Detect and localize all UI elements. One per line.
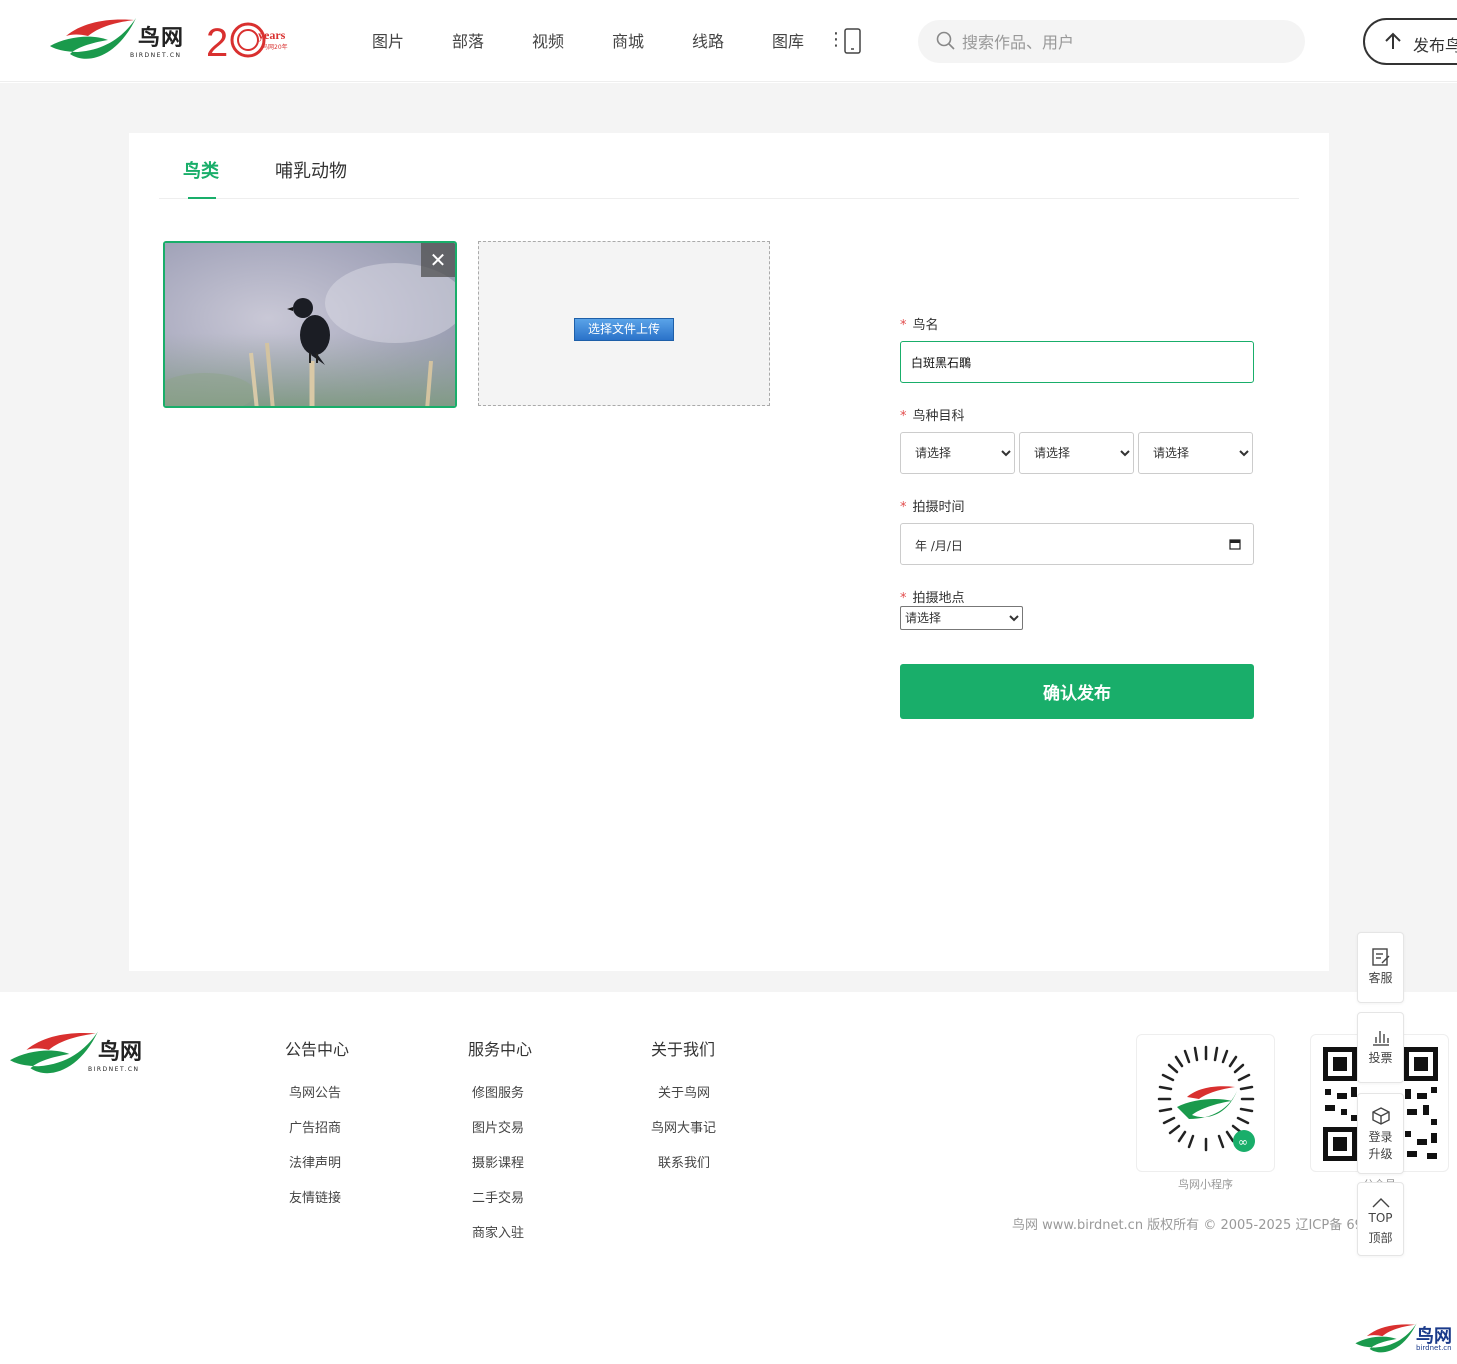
svg-text:∞: ∞ <box>1238 1135 1248 1149</box>
footer-link[interactable]: 法律声明 <box>285 1152 349 1171</box>
footer-link[interactable]: 图片交易 <box>468 1117 532 1136</box>
required-mark: * <box>900 591 907 606</box>
footer-column-about: 关于我们 关于鸟网 鸟网大事记 联系我们 <box>651 1036 716 1187</box>
footer-link[interactable]: 修图服务 <box>468 1082 532 1101</box>
footer-link[interactable]: 广告招商 <box>285 1117 349 1136</box>
remove-photo-close-icon[interactable]: ✕ <box>421 243 455 277</box>
choose-file-upload-button[interactable]: 选择文件上传 <box>574 318 674 341</box>
footer-column-title: 公告中心 <box>285 1040 350 1059</box>
category-tabs: 鸟类 哺乳动物 <box>159 133 1299 199</box>
nav-item-pictures[interactable]: 图片 <box>348 28 428 52</box>
nav-item-video[interactable]: 视频 <box>508 28 588 52</box>
footer-link[interactable]: 友情链接 <box>285 1187 349 1206</box>
publish-button-label: 发布鸟 <box>1413 36 1457 55</box>
required-mark: * <box>900 318 907 333</box>
login-label: 登录 <box>1368 1130 1393 1144</box>
birdnet-swoosh-icon <box>10 1031 98 1074</box>
mini-program-qr: ∞ <box>1136 1034 1275 1172</box>
logo-text: 鸟网 <box>138 26 185 51</box>
date-placeholder: 年 /月/日 <box>915 539 963 553</box>
main-nav: 图片 部落 视频 商城 线路 图库 <box>348 28 828 52</box>
top-cn-label: 顶部 <box>1368 1231 1393 1245</box>
footer-link[interactable]: 鸟网公告 <box>285 1082 349 1101</box>
nav-item-gallery[interactable]: 图库 <box>748 28 828 52</box>
location-select[interactable]: 请选择 <box>900 606 1023 630</box>
search-box <box>918 20 1305 63</box>
20-years-badge: 2 years 鸟网20年 <box>206 14 301 65</box>
mobile-phone-icon[interactable] <box>843 28 862 54</box>
vote-button[interactable]: 投票 <box>1357 1012 1404 1083</box>
corner-watermark-logo: 鸟网 birdnet.cn <box>1354 1318 1454 1360</box>
upgrade-label: 升级 <box>1368 1147 1393 1161</box>
footer-column-services: 服务中心 修图服务 图片交易 摄影课程 二手交易 商家入驻 <box>468 1036 532 1257</box>
publish-button[interactable]: 发布鸟 <box>1363 18 1457 65</box>
footer-link[interactable]: 商家入驻 <box>468 1222 532 1241</box>
site-header: 鸟网 BIRDNET.CN 2 years 鸟网20年 图片 部落 视频 商城 … <box>0 0 1457 82</box>
birdnet-swoosh-icon <box>50 18 136 59</box>
search-input[interactable] <box>962 30 1282 54</box>
footer-link[interactable]: 联系我们 <box>651 1152 716 1171</box>
nav-item-routes[interactable]: 线路 <box>668 28 748 52</box>
birdnet-swoosh-icon <box>1355 1323 1417 1353</box>
footer-column-notices: 公告中心 鸟网公告 广告招商 法律声明 友情链接 <box>285 1036 349 1222</box>
years-text: years <box>258 28 286 42</box>
svg-text:2: 2 <box>206 21 228 64</box>
footer-logo[interactable]: 鸟网 BIRDNET.CN <box>8 1026 153 1082</box>
calendar-icon[interactable] <box>1229 538 1241 550</box>
time-label: * 拍摄时间 <box>900 496 965 515</box>
vote-label: 投票 <box>1368 1051 1393 1065</box>
footer-link[interactable]: 二手交易 <box>468 1187 532 1206</box>
uploaded-photo-thumbnail[interactable]: ✕ <box>163 241 457 408</box>
mini-program-qr-code: ∞ <box>1157 1045 1255 1152</box>
customer-service-label: 客服 <box>1368 971 1393 985</box>
bar-chart-icon <box>1372 1031 1389 1046</box>
logo-subtext: BIRDNET.CN <box>130 52 182 59</box>
footer-link[interactable]: 鸟网大事记 <box>651 1117 716 1136</box>
search-icon[interactable] <box>936 31 956 51</box>
bird-name-label-text: 鸟名 <box>912 318 939 333</box>
confirm-publish-button[interactable]: 确认发布 <box>900 664 1254 719</box>
edit-note-icon <box>1371 948 1389 966</box>
footer-logo-text: 鸟网 <box>98 1040 143 1065</box>
footer-column-title: 关于我们 <box>651 1040 716 1059</box>
nav-item-tribe[interactable]: 部落 <box>428 28 508 52</box>
footer-link[interactable]: 关于鸟网 <box>651 1082 716 1101</box>
login-upgrade-button[interactable]: 登录 升级 <box>1357 1093 1404 1174</box>
upload-card: 鸟类 哺乳动物 ✕ 选择文件上传 * 鸟名 白斑黑石䳭 * 鸟种目科 请选择 请… <box>129 133 1329 971</box>
required-mark: * <box>900 500 907 515</box>
birdnet-logo[interactable]: 鸟网 BIRDNET.CN <box>48 14 198 66</box>
active-tab-indicator <box>188 197 216 199</box>
years-subtext: 鸟网20年 <box>262 44 288 51</box>
order-select[interactable]: 请选择 <box>900 432 1015 474</box>
mini-program-caption: 鸟网小程序 <box>1178 1178 1233 1191</box>
species-select[interactable]: 请选择 <box>1138 432 1253 474</box>
family-select[interactable]: 请选择 <box>1019 432 1134 474</box>
footer-column-title: 服务中心 <box>468 1040 533 1059</box>
chevron-up-icon <box>1372 1198 1389 1208</box>
copyright-text: 鸟网 www.birdnet.cn 版权所有 © 2005-2025 辽ICP备… <box>1012 1218 1389 1233</box>
back-to-top-button[interactable]: TOP 顶部 <box>1357 1182 1404 1256</box>
location-label: * 拍摄地点 <box>900 587 965 606</box>
family-label: * 鸟种目科 <box>900 405 965 424</box>
nav-item-mall[interactable]: 商城 <box>588 28 668 52</box>
family-label-text: 鸟种目科 <box>912 409 965 424</box>
bird-photo <box>165 243 455 406</box>
time-label-text: 拍摄时间 <box>912 500 965 515</box>
site-footer: 鸟网 BIRDNET.CN 公告中心 鸟网公告 广告招商 法律声明 友情链接 服… <box>0 992 1457 1364</box>
corner-logo-subtext: birdnet.cn <box>1416 1344 1452 1352</box>
top-en-label: TOP <box>1368 1211 1393 1225</box>
bird-name-input[interactable] <box>900 341 1254 383</box>
upload-arrow-icon <box>1385 32 1401 49</box>
footer-link[interactable]: 摄影课程 <box>468 1152 532 1171</box>
upload-dropzone[interactable]: 选择文件上传 <box>478 241 770 406</box>
tab-mammals[interactable]: 哺乳动物 <box>275 157 347 183</box>
customer-service-button[interactable]: 客服 <box>1357 932 1404 1003</box>
date-input[interactable]: 年 /月/日 <box>900 523 1254 565</box>
footer-logo-subtext: BIRDNET.CN <box>88 1066 140 1073</box>
required-mark: * <box>900 409 907 424</box>
location-label-text: 拍摄地点 <box>912 591 965 606</box>
bird-name-label: * 鸟名 <box>900 314 939 333</box>
cube-icon <box>1371 1107 1390 1125</box>
tab-birds[interactable]: 鸟类 <box>183 157 219 183</box>
